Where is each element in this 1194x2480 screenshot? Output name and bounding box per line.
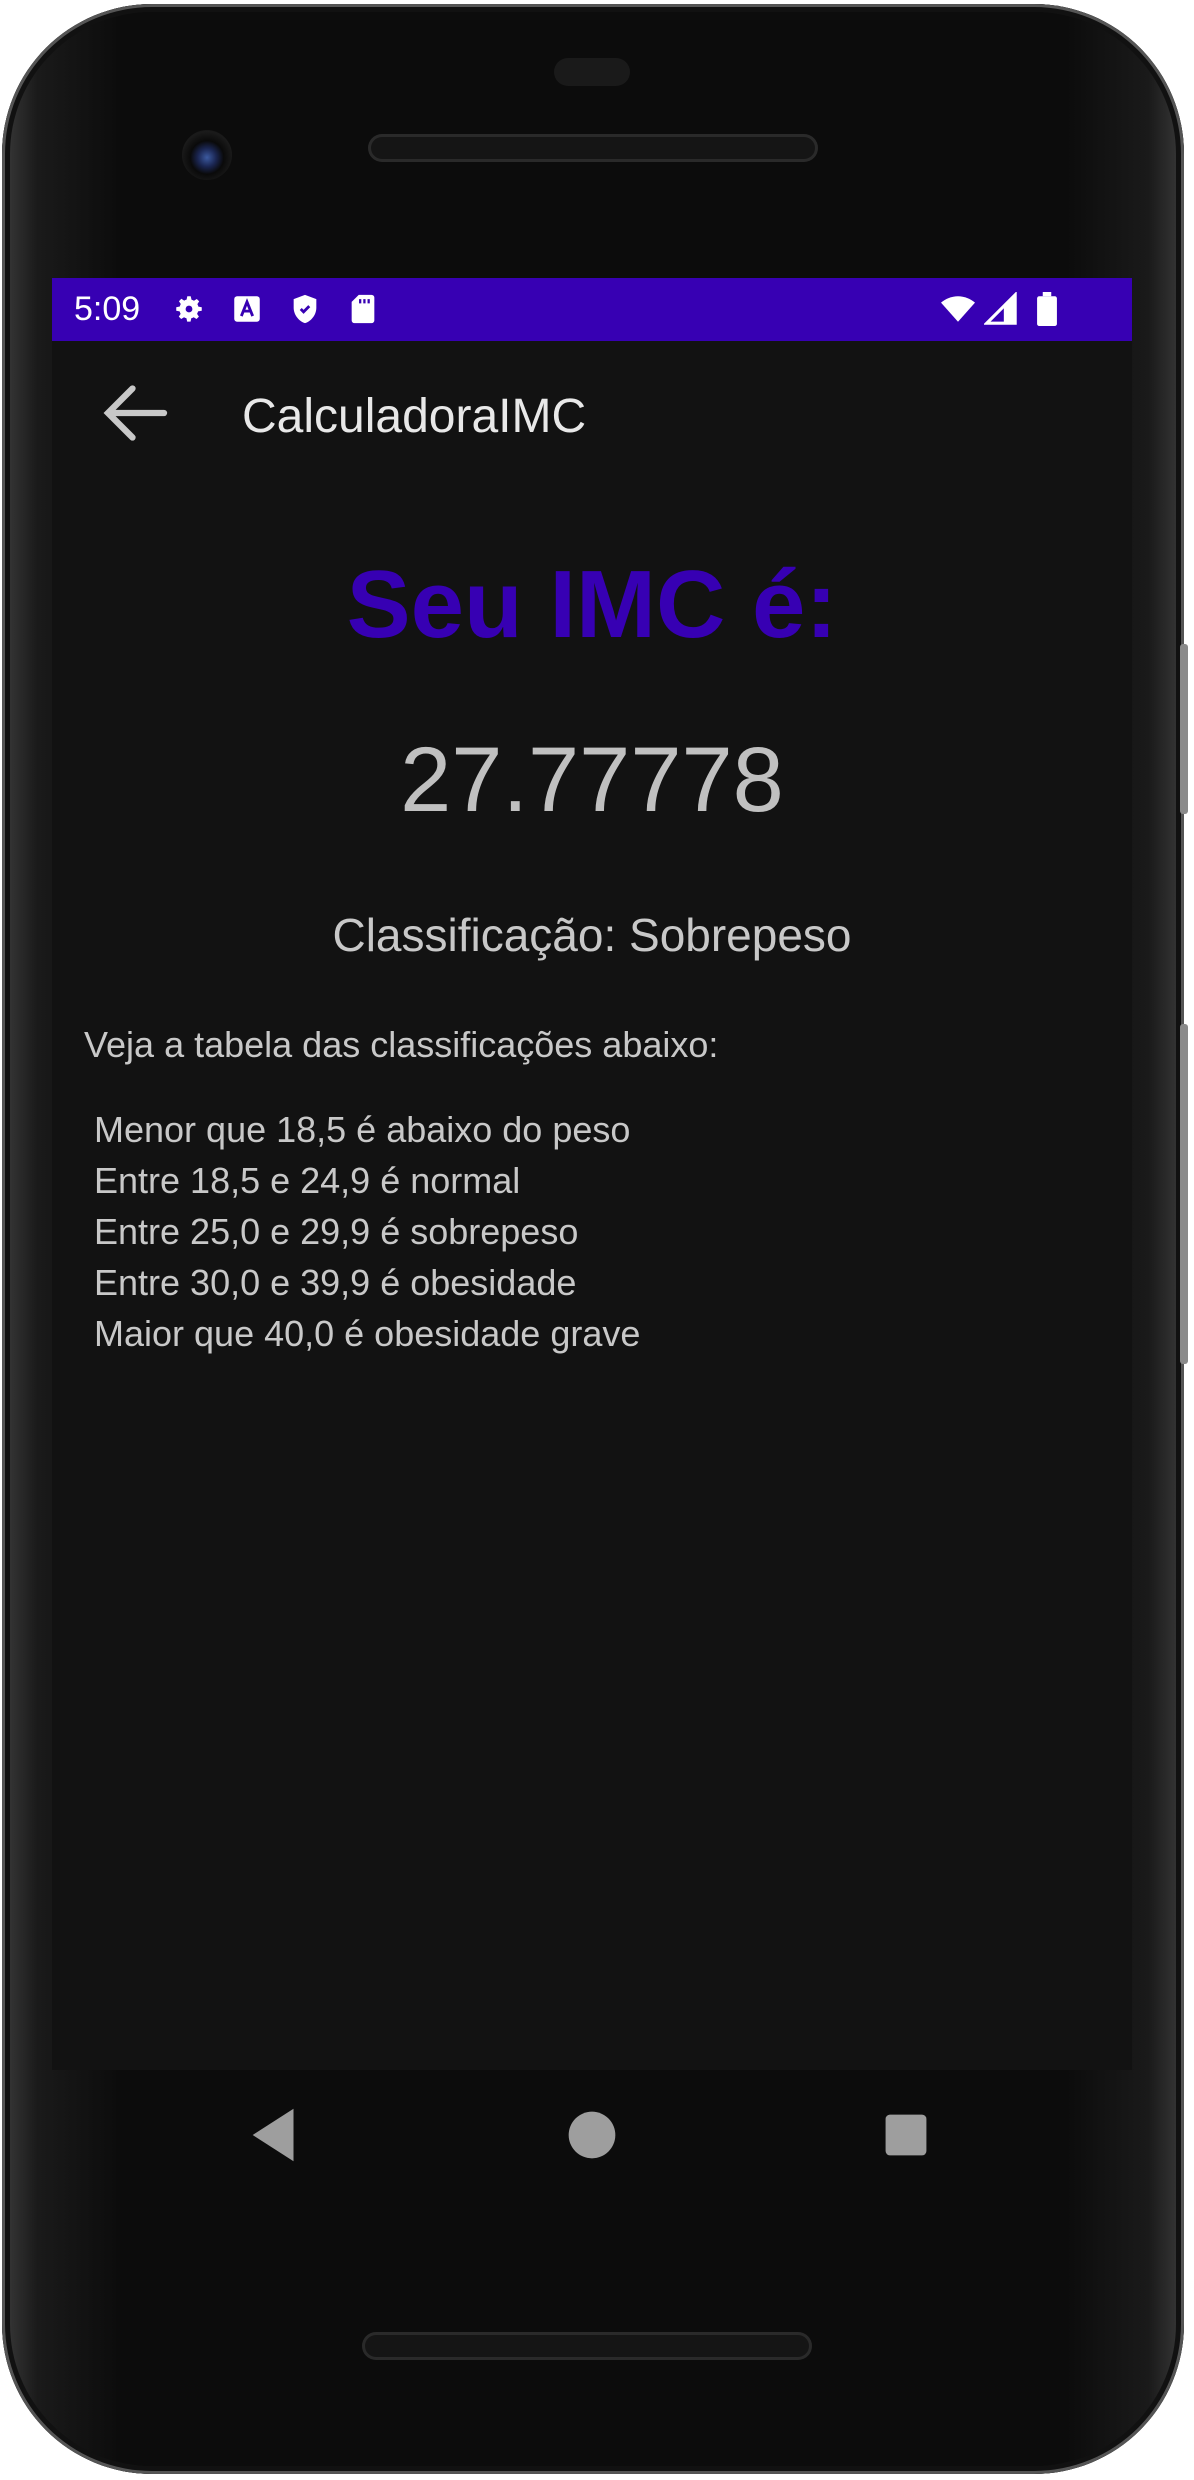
home-circle-icon[interactable]	[557, 2100, 627, 2170]
arrow-left-icon[interactable]	[94, 371, 178, 455]
power-button	[1180, 644, 1188, 814]
classification-text: Classificação: Sobrepeso	[332, 909, 852, 961]
navigation-bar	[52, 2070, 1132, 2200]
back-triangle-icon[interactable]	[241, 2100, 311, 2170]
font-a-icon	[234, 296, 260, 322]
earpiece-speaker	[368, 134, 818, 162]
battery-icon	[1037, 292, 1057, 326]
screen: 5:09 CalculadoraIMC Seu IMC é: 27.77778 …	[52, 278, 1132, 2070]
imc-heading: Seu IMC é:	[346, 551, 838, 658]
imc-value: 27.77778	[400, 729, 784, 831]
table-row: Entre 25,0 e 29,9 é sobrepeso	[94, 1211, 579, 1252]
front-camera	[182, 130, 232, 180]
proximity-sensor	[554, 58, 630, 86]
wifi-icon	[941, 296, 975, 322]
app-bar: CalculadoraIMC	[52, 341, 1132, 488]
shield-icon	[293, 294, 317, 324]
signal-icon	[984, 292, 1017, 325]
status-time: 5:09	[74, 290, 141, 328]
bottom-speaker	[362, 2332, 812, 2360]
recents-square-icon[interactable]	[871, 2100, 941, 2170]
table-row: Maior que 40,0 é obesidade grave	[94, 1313, 641, 1354]
sd-card-icon	[351, 294, 375, 324]
app-title: CalculadoraIMC	[242, 390, 587, 443]
table-row: Entre 18,5 e 24,9 é normal	[94, 1160, 521, 1201]
volume-button	[1180, 1024, 1188, 1364]
table-row: Menor que 18,5 é abaixo do peso	[94, 1109, 631, 1150]
classification-table: Menor que 18,5 é abaixo do peso Entre 18…	[94, 1104, 640, 1359]
status-bar: 5:09	[52, 278, 1132, 341]
gear-icon	[176, 296, 202, 322]
table-intro: Veja a tabela das classificações abaixo:	[84, 1024, 719, 1065]
table-row: Entre 30,0 e 39,9 é obesidade	[94, 1262, 577, 1303]
